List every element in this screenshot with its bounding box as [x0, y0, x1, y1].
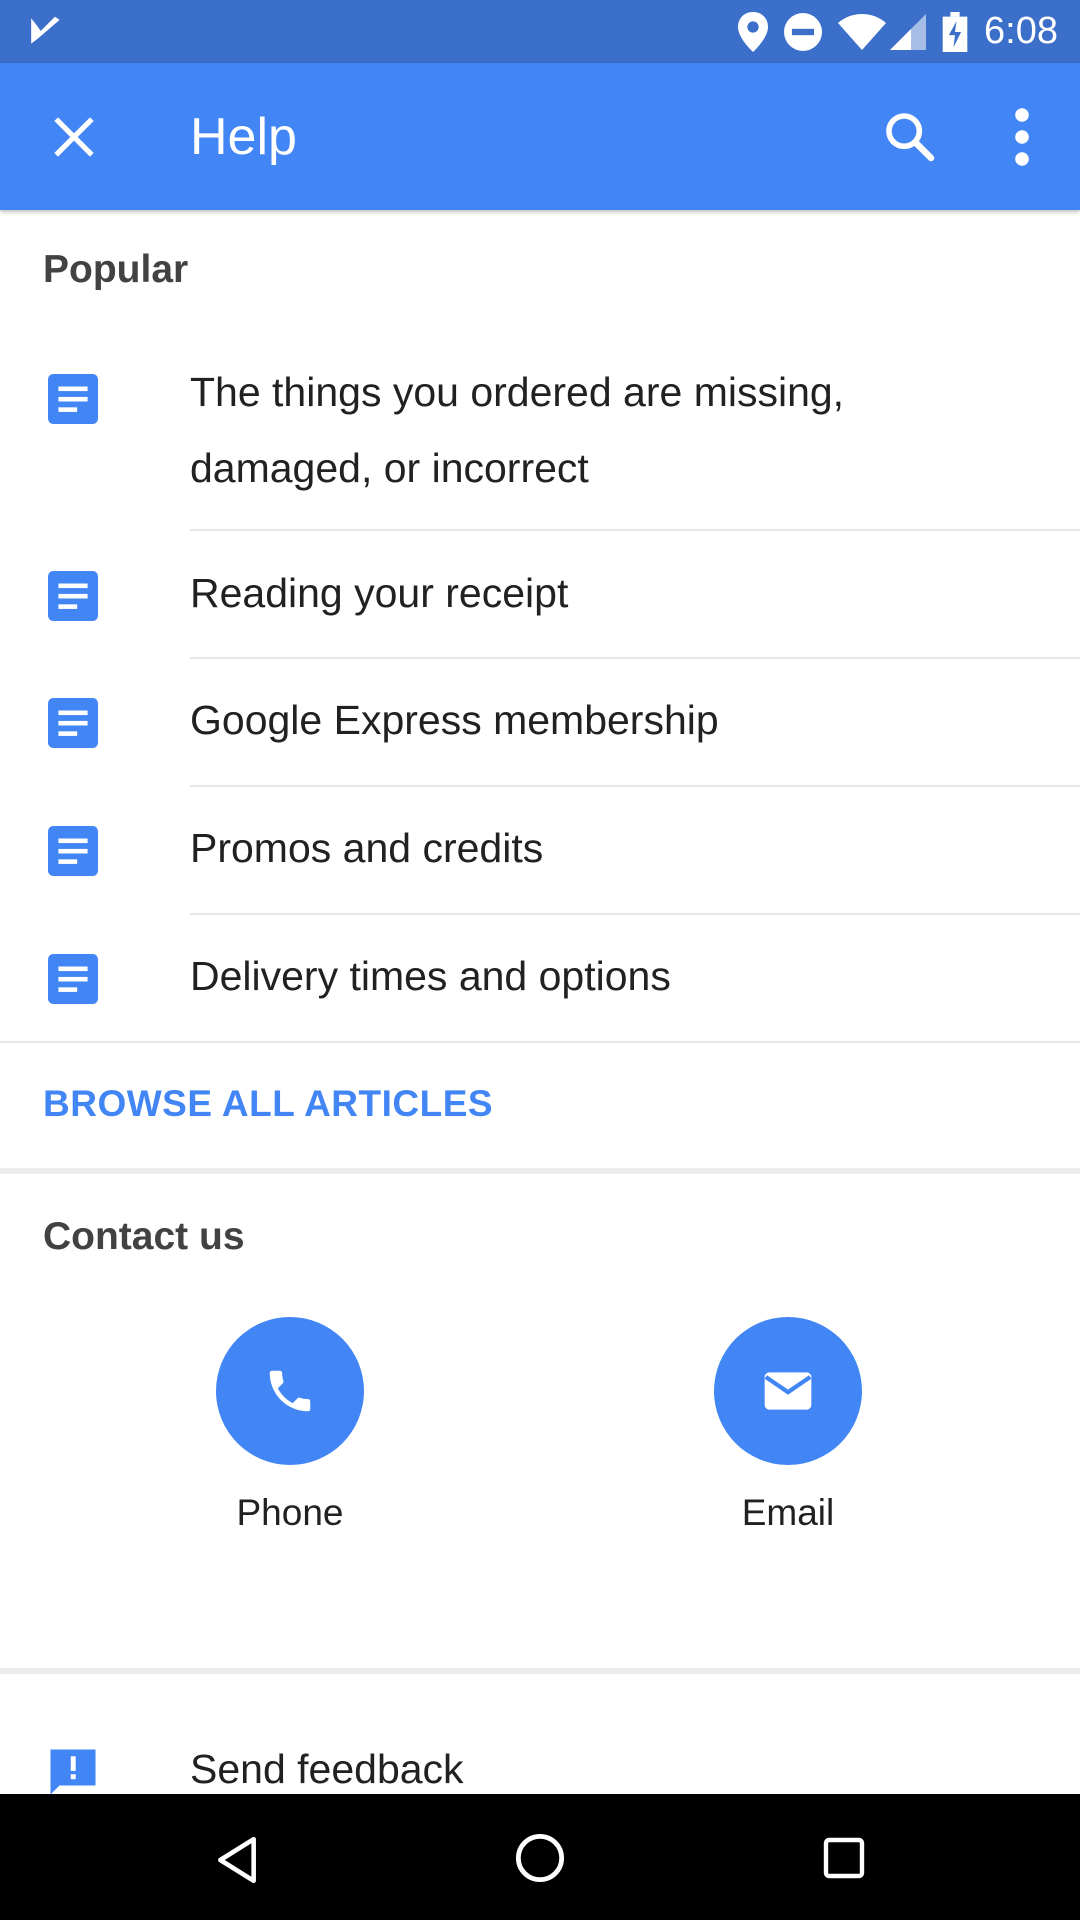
- phone-icon: [269, 1370, 311, 1412]
- article-icon: [48, 571, 98, 621]
- email-label: Email: [741, 1492, 835, 1533]
- location-icon: [738, 11, 769, 52]
- divider: [190, 785, 1080, 787]
- article-icon: [48, 698, 98, 748]
- battery-charging-icon: [942, 11, 968, 52]
- article-icon: [48, 826, 98, 876]
- article-label: Promos and credits: [190, 825, 544, 871]
- divider: [190, 913, 1080, 915]
- browse-all-articles-link[interactable]: BROWSE ALL ARTICLES: [43, 1083, 493, 1125]
- divider: [0, 1041, 1080, 1043]
- section-divider: [0, 1168, 1080, 1174]
- article-item[interactable]: Google Express membership: [0, 682, 1080, 758]
- divider: [190, 657, 1080, 659]
- close-icon[interactable]: [50, 113, 98, 161]
- article-item[interactable]: Promos and credits: [0, 810, 1080, 886]
- divider: [190, 529, 1080, 531]
- article-label: Delivery times and options: [190, 953, 671, 999]
- send-feedback-item[interactable]: Send feedback: [0, 1735, 1080, 1795]
- status-icons: 6:08: [722, 0, 1058, 63]
- email-icon: [764, 1372, 812, 1410]
- more-vert-icon[interactable]: [1000, 105, 1044, 169]
- app-bar: Help: [0, 63, 1080, 210]
- status-bar: 6:08: [0, 0, 1080, 63]
- article-item[interactable]: Delivery times and options: [0, 938, 1080, 1014]
- article-label: Reading your receipt: [190, 570, 569, 616]
- home-icon[interactable]: [514, 1832, 566, 1884]
- article-label: Google Express membership: [190, 697, 719, 743]
- phone-button[interactable]: [216, 1317, 364, 1465]
- article-icon: [48, 954, 98, 1004]
- section-divider: [0, 1668, 1080, 1674]
- system-nav-bar: [0, 1794, 1080, 1920]
- status-time: 6:08: [984, 10, 1058, 52]
- article-label: The things you ordered are missing, dama…: [190, 369, 845, 491]
- article-item[interactable]: The things you ordered are missing, dama…: [0, 354, 1080, 530]
- search-icon[interactable]: [882, 109, 938, 165]
- recents-icon[interactable]: [820, 1834, 868, 1882]
- wifi-icon: [838, 13, 887, 51]
- phone-label: Phone: [236, 1492, 344, 1533]
- article-item[interactable]: Reading your receipt: [0, 555, 1080, 631]
- article-icon: [48, 374, 98, 424]
- back-icon[interactable]: [212, 1834, 262, 1886]
- do-not-disturb-icon: [784, 12, 823, 51]
- notification-check-icon: [31, 16, 60, 44]
- signal-icon: [890, 13, 927, 51]
- page-title: Help: [190, 108, 297, 166]
- contact-heading: Contact us: [43, 1215, 245, 1258]
- popular-heading: Popular: [43, 248, 189, 291]
- feedback-icon: [50, 1749, 96, 1795]
- email-button[interactable]: [714, 1317, 862, 1465]
